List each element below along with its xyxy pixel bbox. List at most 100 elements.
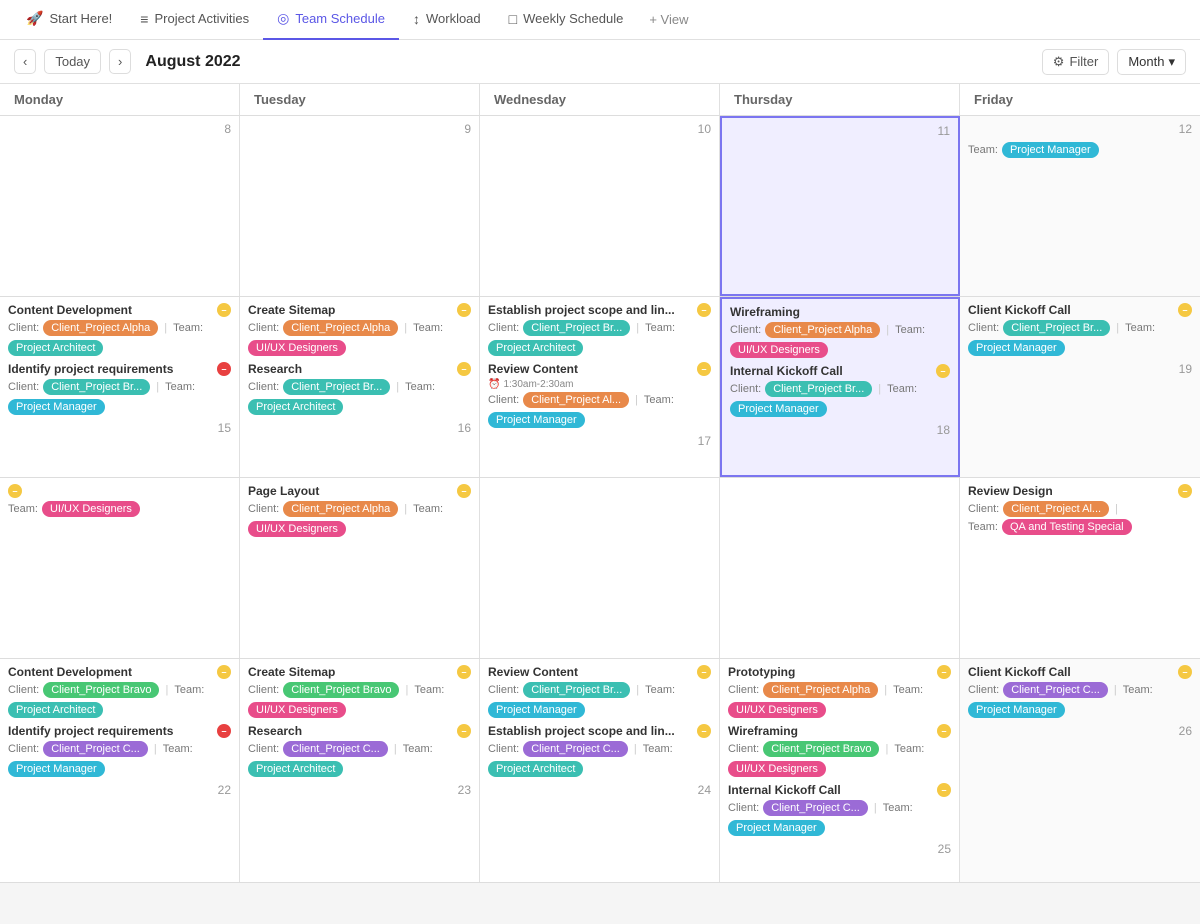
task-title: Internal Kickoff Call –	[730, 364, 950, 378]
list-icon: ≡	[140, 11, 148, 27]
team-tag: UI/UX Designers	[248, 702, 346, 718]
day-header-monday: Monday	[0, 84, 240, 115]
team-tag: QA and Testing Special	[1002, 519, 1132, 535]
task-title: Create Sitemap –	[248, 303, 471, 317]
client-tag: Client_Project Br...	[283, 379, 390, 395]
status-dot: –	[217, 362, 231, 376]
day-cell-24: Review Content – Client: Client_Project …	[480, 659, 720, 882]
client-tag: Client_Project Alpha	[43, 320, 158, 336]
client-tag: Client_Project Al...	[1003, 501, 1109, 517]
tab-project-activities[interactable]: ≡ Project Activities	[126, 0, 263, 40]
day-cell-17: Establish project scope and lin... – Cli…	[480, 297, 720, 477]
task-card: Review Design – Client: Client_Project A…	[968, 484, 1192, 535]
team-tag: Project Architect	[488, 761, 583, 777]
status-dot: –	[457, 362, 471, 376]
status-dot: –	[1178, 665, 1192, 679]
toolbar: ‹ Today › August 2022 ⚙ Filter Month ▾	[0, 40, 1200, 84]
task-card: – Team: UI/UX Designers	[8, 484, 231, 517]
chevron-down-icon: ▾	[1168, 54, 1175, 70]
time-note: ⏰ 1:30am-2:30am	[488, 379, 711, 390]
status-dot: –	[217, 303, 231, 317]
team-tag: Project Manager	[8, 761, 105, 777]
team-tag: Project Manager	[968, 702, 1065, 718]
next-month-button[interactable]: ›	[109, 49, 131, 74]
day-number: 9	[248, 122, 471, 136]
calendar: Monday Tuesday Wednesday Thursday Friday…	[0, 84, 1200, 883]
day-number: 26	[968, 724, 1192, 738]
status-dot: –	[937, 724, 951, 738]
task-title: Page Layout –	[248, 484, 471, 498]
prev-month-button[interactable]: ‹	[14, 49, 36, 74]
client-tag: Client_Project Bravo	[43, 682, 159, 698]
status-dot: –	[217, 665, 231, 679]
task-title: Content Development –	[8, 665, 231, 679]
day-header-thursday: Thursday	[720, 84, 960, 115]
day-cell-thu-overflow	[720, 478, 960, 658]
status-dot: –	[457, 303, 471, 317]
task-title: Wireframing	[730, 305, 950, 319]
team-tag: Project Architect	[8, 702, 103, 718]
status-dot: –	[697, 362, 711, 376]
tab-weekly-schedule[interactable]: □ Weekly Schedule	[495, 0, 638, 40]
team-tag: Project Manager	[728, 820, 825, 836]
status-dot: –	[1178, 303, 1192, 317]
status-dot: –	[457, 665, 471, 679]
filter-button[interactable]: ⚙ Filter	[1042, 49, 1110, 75]
status-dot: –	[1178, 484, 1192, 498]
day-cell-18: Wireframing Client: Client_Project Alpha…	[720, 297, 960, 477]
month-dropdown[interactable]: Month ▾	[1117, 49, 1186, 75]
day-cell-8: 8	[0, 116, 240, 296]
task-card: Create Sitemap – Client: Client_Project …	[248, 303, 471, 356]
task-card: Research – Client: Client_Project Br... …	[248, 362, 471, 415]
task-card: Identify project requirements – Client: …	[8, 724, 231, 777]
client-tag: Client_Project C...	[43, 741, 148, 757]
day-number: 10	[488, 122, 711, 136]
team-tag: UI/UX Designers	[728, 702, 826, 718]
team-tag: Project Manager	[488, 412, 585, 428]
day-number: 11	[730, 124, 950, 138]
team-tag: UI/UX Designers	[728, 761, 826, 777]
task-title: Identify project requirements –	[8, 724, 231, 738]
day-cell-11: 11	[720, 116, 960, 296]
day-cell-mon-overflow: – Team: UI/UX Designers	[0, 478, 240, 658]
day-number: 23	[248, 783, 471, 797]
status-dot: –	[937, 665, 951, 679]
task-card: Identify project requirements – Client: …	[8, 362, 231, 415]
day-number: 15	[8, 421, 231, 435]
status-dot: –	[697, 303, 711, 317]
task-title: Wireframing –	[728, 724, 951, 738]
team-tag: UI/UX Designers	[248, 340, 346, 356]
task-card: Establish project scope and lin... – Cli…	[488, 303, 711, 356]
day-cell-10: 10	[480, 116, 720, 296]
team-tag: Project Architect	[488, 340, 583, 356]
tab-workload[interactable]: ↕ Workload	[399, 0, 495, 40]
team-tag: Project Architect	[8, 340, 103, 356]
client-tag: Client_Project Alpha	[283, 501, 398, 517]
client-tag: Client_Project Alpha	[283, 320, 398, 336]
task-card: Review Content – ⏰ 1:30am-2:30am Client:…	[488, 362, 711, 428]
client-tag: Client_Project Br...	[1003, 320, 1110, 336]
team-icon: ◎	[277, 10, 289, 27]
team-tag: UI/UX Designers	[248, 521, 346, 537]
tab-start-here[interactable]: 🚀 Start Here!	[12, 0, 126, 40]
task-title: Client Kickoff Call –	[968, 665, 1192, 679]
task-title: Internal Kickoff Call –	[728, 783, 951, 797]
task-card: Establish project scope and lin... – Cli…	[488, 724, 711, 777]
task-card: Internal Kickoff Call – Client: Client_P…	[728, 783, 951, 836]
day-number: 19	[968, 362, 1192, 376]
team-tag: Project Architect	[248, 761, 343, 777]
team-tag: Project Manager	[1002, 142, 1099, 158]
day-cell-26: Client Kickoff Call – Client: Client_Pro…	[960, 659, 1200, 882]
day-cell-16: Create Sitemap – Client: Client_Project …	[240, 297, 480, 477]
day-cell-19: Client Kickoff Call – Client: Client_Pro…	[960, 297, 1200, 477]
status-dot: –	[457, 724, 471, 738]
task-title: Create Sitemap –	[248, 665, 471, 679]
day-cell-15: Content Development – Client: Client_Pro…	[0, 297, 240, 477]
tab-team-schedule[interactable]: ◎ Team Schedule	[263, 0, 399, 40]
team-tag: Project Manager	[730, 401, 827, 417]
client-tag: Client_Project Bravo	[283, 682, 399, 698]
tab-add-view[interactable]: + View	[637, 0, 700, 40]
day-cell-9: 9	[240, 116, 480, 296]
today-button[interactable]: Today	[44, 49, 101, 74]
task-title: Review Content –	[488, 362, 711, 376]
